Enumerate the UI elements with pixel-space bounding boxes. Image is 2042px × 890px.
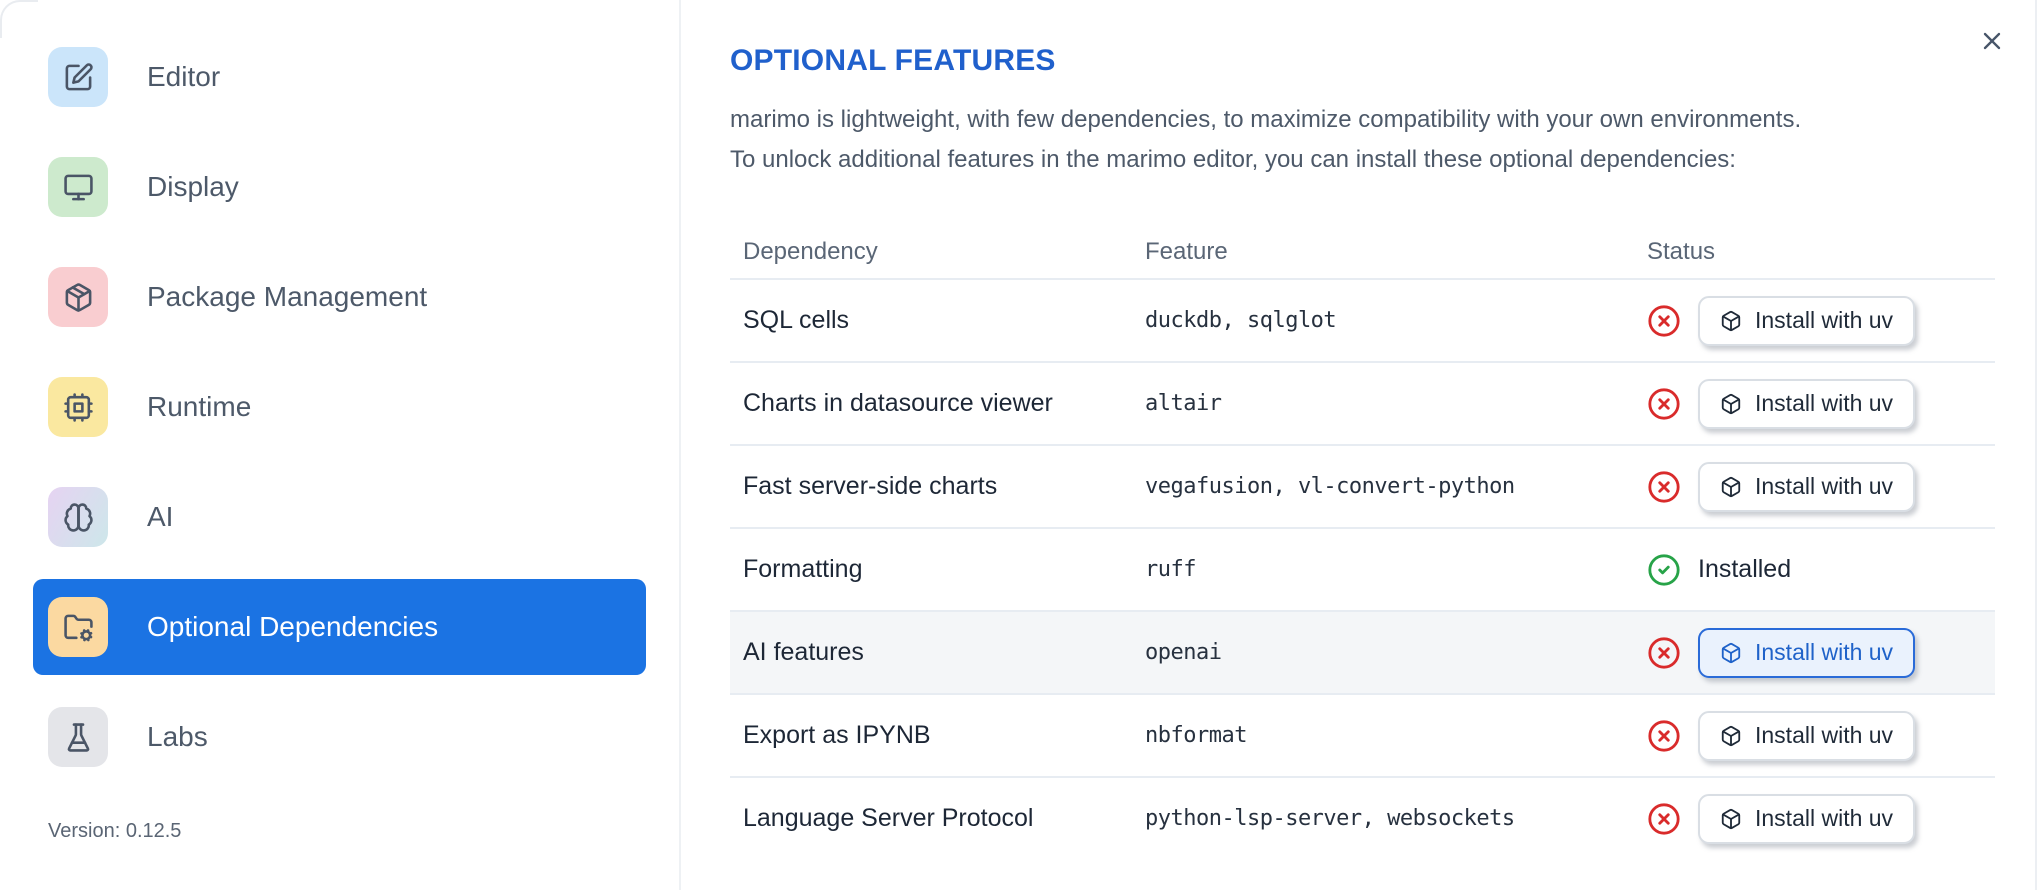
- table-row: SQL cells duckdb, sqlglot Install with u…: [730, 278, 1995, 361]
- sidebar-item-optional-dependencies[interactable]: Optional Dependencies: [33, 579, 646, 675]
- column-header-dependency: Dependency: [743, 238, 878, 265]
- table-row: Charts in datasource viewer altair Insta…: [730, 361, 1995, 444]
- status-cell: Install with uv: [1647, 710, 1995, 761]
- dependency-cell: Fast server-side charts: [743, 472, 998, 500]
- version-label: Version: 0.12.5: [48, 820, 182, 842]
- sidebar-item-package-management[interactable]: Package Management: [33, 249, 646, 345]
- status-error-icon: [1647, 470, 1681, 504]
- feature-cell: vegafusion, vl-convert-python: [1145, 474, 1515, 499]
- box-icon: [1720, 393, 1742, 415]
- box-icon: [1720, 725, 1742, 747]
- table-row: Language Server Protocol python-lsp-serv…: [730, 776, 1995, 859]
- install-button-label: Install with uv: [1755, 307, 1894, 333]
- table-row: Fast server-side charts vegafusion, vl-c…: [730, 444, 1995, 527]
- status-cell: Install with uv: [1647, 793, 1995, 844]
- runtime-icon: [48, 377, 108, 437]
- install-with-uv-button[interactable]: Install with uv: [1698, 793, 1916, 844]
- sidebar-item-editor[interactable]: Editor: [33, 29, 646, 125]
- sidebar-item-label: AI: [147, 501, 174, 532]
- status-error-icon: [1647, 802, 1681, 836]
- dependency-cell: Export as IPYNB: [743, 721, 931, 749]
- dependencies-table: Dependency Feature Status SQL cells duck…: [730, 226, 1995, 859]
- box-icon: [1720, 642, 1742, 664]
- table-header-row: Dependency Feature Status: [730, 226, 1995, 278]
- status-cell: Installed: [1647, 553, 1995, 587]
- close-icon: [1978, 32, 2006, 58]
- close-button[interactable]: [1974, 24, 2010, 60]
- install-button-label: Install with uv: [1755, 390, 1894, 416]
- feature-cell: altair: [1145, 391, 1222, 416]
- status-cell: Install with uv: [1647, 461, 1995, 512]
- description-line: To unlock additional features in the mar…: [730, 146, 1736, 173]
- settings-sidebar: Editor Display Package Management Runtim…: [0, 0, 681, 890]
- box-icon: [1720, 310, 1742, 332]
- install-button-label: Install with uv: [1755, 639, 1894, 665]
- install-button-label: Install with uv: [1755, 722, 1894, 748]
- column-header-status: Status: [1647, 238, 1716, 265]
- status-error-icon: [1647, 387, 1681, 421]
- panel-description: marimo is lightweight, with few dependen…: [730, 100, 2042, 180]
- editor-icon: [48, 47, 108, 107]
- sidebar-item-display[interactable]: Display: [33, 139, 646, 235]
- sidebar-item-label: Labs: [147, 721, 208, 752]
- package-icon: [48, 267, 108, 327]
- status-error-icon: [1647, 719, 1681, 753]
- column-header-feature: Feature: [1145, 238, 1228, 265]
- box-icon: [1720, 476, 1742, 498]
- table-row: Formatting ruff Installed: [730, 527, 1995, 610]
- status-installed-icon: [1647, 553, 1681, 587]
- status-error-icon: [1647, 304, 1681, 338]
- install-with-uv-button[interactable]: Install with uv: [1698, 295, 1916, 346]
- ai-icon: [48, 487, 108, 547]
- feature-cell: python-lsp-server, websockets: [1145, 806, 1515, 831]
- install-button-label: Install with uv: [1755, 805, 1894, 831]
- feature-cell: ruff: [1145, 557, 1196, 582]
- display-icon: [48, 157, 108, 217]
- install-with-uv-button[interactable]: Install with uv: [1698, 461, 1916, 512]
- dependency-cell: Language Server Protocol: [743, 804, 1034, 832]
- dependency-cell: SQL cells: [743, 306, 850, 334]
- box-icon: [1720, 808, 1742, 830]
- installed-status-label: Installed: [1698, 555, 1792, 583]
- sidebar-item-label: Optional Dependencies: [147, 611, 439, 642]
- status-cell: Install with uv: [1647, 295, 1995, 346]
- install-with-uv-button[interactable]: Install with uv: [1698, 710, 1916, 761]
- dependency-cell: Formatting: [743, 555, 863, 583]
- install-with-uv-button[interactable]: Install with uv: [1698, 627, 1916, 678]
- sidebar-item-labs[interactable]: Labs: [33, 689, 646, 785]
- dependency-cell: Charts in datasource viewer: [743, 389, 1053, 417]
- optional-features-panel: OPTIONAL FEATURES marimo is lightweight,…: [683, 0, 2042, 890]
- sidebar-item-runtime[interactable]: Runtime: [33, 359, 646, 455]
- sidebar-item-label: Package Management: [147, 281, 428, 312]
- folder-cog-icon: [48, 597, 108, 657]
- feature-cell: openai: [1145, 640, 1222, 665]
- table-row: Export as IPYNB nbformat Install with uv: [730, 693, 1995, 776]
- status-cell: Install with uv: [1647, 378, 1995, 429]
- description-line: marimo is lightweight, with few dependen…: [730, 106, 1802, 133]
- install-button-label: Install with uv: [1755, 473, 1894, 499]
- dependency-cell: AI features: [743, 638, 864, 666]
- status-cell: Install with uv: [1647, 627, 1995, 678]
- sidebar-item-label: Display: [147, 171, 239, 202]
- status-error-icon: [1647, 636, 1681, 670]
- install-with-uv-button[interactable]: Install with uv: [1698, 378, 1916, 429]
- table-row: AI features openai Install with uv: [730, 610, 1995, 693]
- sidebar-item-label: Runtime: [147, 391, 252, 422]
- feature-cell: nbformat: [1145, 723, 1247, 748]
- sidebar-item-label: Editor: [147, 61, 221, 92]
- feature-cell: duckdb, sqlglot: [1145, 308, 1337, 333]
- page-title: OPTIONAL FEATURES: [730, 44, 1056, 77]
- sidebar-item-ai[interactable]: AI: [33, 469, 646, 565]
- labs-flask-icon: [48, 707, 108, 767]
